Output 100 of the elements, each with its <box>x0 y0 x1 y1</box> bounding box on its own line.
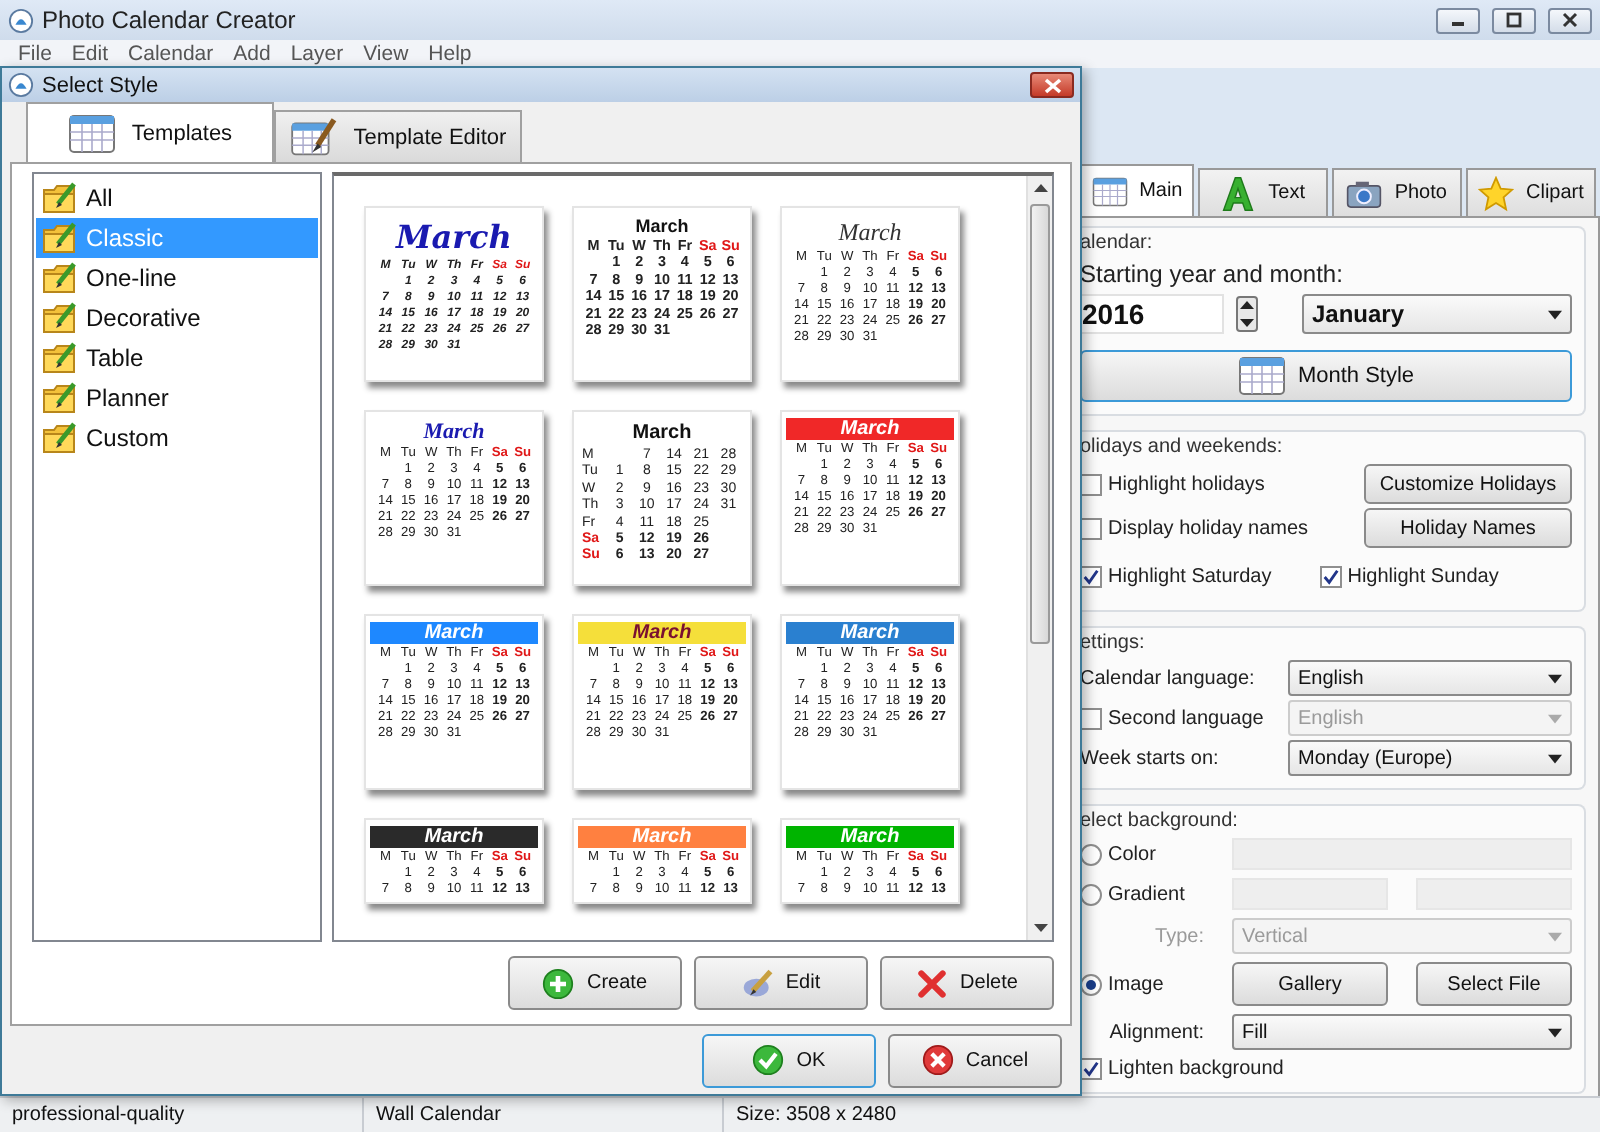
check-icon <box>752 1044 785 1076</box>
folder-pencil-icon <box>42 422 78 454</box>
menu-item[interactable]: Add <box>223 42 281 66</box>
edit-button[interactable]: Edit <box>694 956 868 1010</box>
group-title: alendar: <box>1080 232 1155 254</box>
field-label: Alignment: <box>1107 1021 1204 1043</box>
menu-item[interactable]: View <box>353 42 419 66</box>
spin-buttons[interactable] <box>1236 296 1258 332</box>
cross-icon <box>916 967 949 999</box>
folder-pencil-icon <box>42 182 78 214</box>
month-title: March <box>836 215 904 249</box>
category-item[interactable]: Table <box>36 338 318 378</box>
window-title: Photo Calendar Creator <box>42 6 296 34</box>
radio-button[interactable] <box>1080 843 1102 865</box>
radio-label: Gradient <box>1108 883 1185 905</box>
field-label: Type: <box>1153 925 1204 947</box>
scrollbar[interactable] <box>1026 176 1052 940</box>
folder-pencil-icon <box>42 302 78 334</box>
menu-item[interactable]: Layer <box>280 42 354 66</box>
tab[interactable]: Clipart <box>1465 168 1596 216</box>
month-banner: March <box>578 826 746 848</box>
year-field[interactable]: 2016 <box>1080 294 1224 334</box>
create-button[interactable]: Create <box>508 956 682 1010</box>
month-title: March <box>421 418 487 446</box>
folder-pencil-icon <box>42 342 78 374</box>
checkbox[interactable] <box>1080 565 1102 587</box>
month-title: March <box>393 215 514 258</box>
close-icon <box>1043 77 1061 93</box>
ok-button[interactable]: OK <box>702 1033 876 1087</box>
plus-icon <box>542 967 575 999</box>
field-label: Week starts on: <box>1080 747 1221 769</box>
minimize-button[interactable] <box>1436 7 1480 33</box>
customize-holidays-button[interactable]: Customize Holidays <box>1364 464 1572 504</box>
menu-item[interactable]: Edit <box>61 42 119 66</box>
cancel-button[interactable]: Cancel <box>888 1033 1062 1087</box>
alignment-dropdown[interactable]: Fill <box>1232 1014 1572 1050</box>
month-banner: March <box>786 826 954 848</box>
tab[interactable]: Photo <box>1331 168 1462 216</box>
cancel-icon <box>921 1044 954 1076</box>
checkbox-label: Highlight Saturday <box>1108 565 1272 587</box>
caret-icon <box>1548 1027 1562 1037</box>
category-item[interactable]: All <box>36 178 318 218</box>
month-style-button[interactable]: Month Style <box>1080 350 1572 402</box>
maximize-icon <box>1504 12 1524 28</box>
group-title: olidays and weekends: <box>1080 436 1285 458</box>
calendar-icon <box>1091 173 1128 209</box>
close-button[interactable] <box>1548 7 1592 33</box>
background-button[interactable]: Gallery <box>1232 962 1388 1006</box>
calendar-brush-icon <box>289 117 338 157</box>
field-label: Calendar language: <box>1080 667 1257 689</box>
holiday-names-button[interactable]: Holiday Names <box>1364 508 1572 548</box>
checkbox[interactable] <box>1080 473 1102 495</box>
caret-icon <box>1548 931 1562 941</box>
language-dropdown[interactable]: English <box>1288 660 1572 696</box>
checkbox-label: Highlight holidays <box>1108 473 1265 495</box>
maximize-button[interactable] <box>1492 7 1536 33</box>
menu-item[interactable]: Help <box>418 42 482 66</box>
checkbox-label: Lighten background <box>1108 1058 1284 1080</box>
category-item[interactable]: Planner <box>36 378 318 418</box>
delete-button[interactable]: Delete <box>880 956 1054 1010</box>
scroll-thumb[interactable] <box>1030 204 1050 644</box>
calendar-icon <box>1237 356 1286 396</box>
group-title: ettings: <box>1080 632 1147 654</box>
week-start-dropdown[interactable]: Monday (Europe) <box>1288 740 1572 776</box>
month-dropdown[interactable]: January <box>1302 294 1572 334</box>
month-banner: March <box>786 418 954 440</box>
up-arrow-icon <box>1033 184 1047 192</box>
down-arrow-icon <box>1033 924 1047 932</box>
tab[interactable]: Template Editor <box>274 110 522 162</box>
category-item[interactable]: Custom <box>36 418 318 458</box>
checkbox[interactable] <box>1080 517 1102 539</box>
folder-pencil-icon <box>42 382 78 414</box>
folder-pencil-icon <box>42 262 78 294</box>
category-item[interactable]: One-line <box>36 258 318 298</box>
close-button[interactable] <box>1030 72 1074 98</box>
field-label: Starting year and month: <box>1080 260 1345 288</box>
tab[interactable]: Main <box>1080 164 1194 216</box>
close-icon <box>1560 12 1580 28</box>
caret-icon <box>1548 309 1562 319</box>
caret-icon <box>1548 713 1562 723</box>
background-button[interactable]: Select File <box>1416 962 1572 1006</box>
tab[interactable]: Text <box>1197 168 1328 216</box>
checkbox[interactable] <box>1319 565 1342 587</box>
month-banner: March <box>370 622 538 644</box>
app-icon <box>8 72 34 98</box>
caret-icon <box>1548 673 1562 683</box>
category-item[interactable]: Decorative <box>36 298 318 338</box>
radio-button[interactable] <box>1080 973 1102 995</box>
month-banner: March <box>370 826 538 848</box>
menu-item[interactable]: Calendar <box>118 42 224 66</box>
up-arrow-icon <box>1238 298 1256 312</box>
menu-item[interactable]: File <box>8 42 62 66</box>
checkbox-label: Second language <box>1108 707 1264 729</box>
dialog-title: Select Style <box>42 73 159 97</box>
checkbox-label: Highlight Sunday <box>1347 565 1499 587</box>
radio-button[interactable] <box>1080 883 1102 905</box>
caret-icon <box>1548 753 1562 763</box>
star-icon <box>1478 175 1515 211</box>
tab[interactable]: Templates <box>26 102 274 162</box>
checkbox[interactable] <box>1080 1058 1102 1080</box>
